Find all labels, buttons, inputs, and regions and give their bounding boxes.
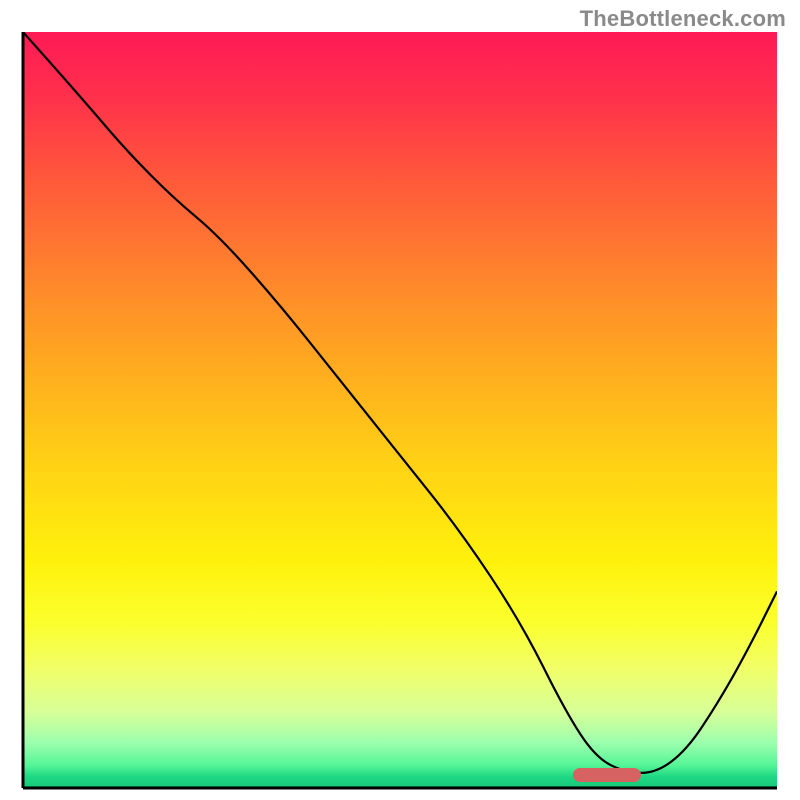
chart-bottom-edge (23, 786, 777, 788)
optimum-range-marker (573, 768, 641, 782)
watermark-text: TheBottleneck.com (580, 6, 786, 32)
chart-background-gradient (23, 32, 777, 788)
chart-stage: TheBottleneck.com (0, 0, 800, 800)
